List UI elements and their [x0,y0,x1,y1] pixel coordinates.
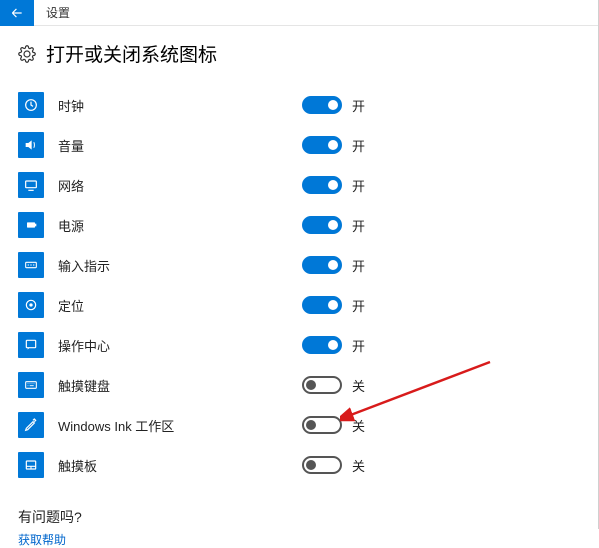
setting-label: 音量 [58,136,84,155]
clock-icon [18,92,44,118]
toggle-switch[interactable] [302,336,342,354]
setting-label: Windows Ink 工作区 [58,416,174,435]
toggle-wrap: 关 [302,456,365,475]
back-button[interactable] [0,0,34,26]
power-icon [18,212,44,238]
toggle-state-label: 开 [352,216,365,235]
footer: 有问题吗? 获取帮助 [18,507,581,548]
toggle-switch[interactable] [302,96,342,114]
input-icon [18,252,44,278]
setting-row: 音量 开 [18,125,581,165]
setting-row: 定位 开 [18,285,581,325]
setting-label: 时钟 [58,96,84,115]
toggle-state-label: 开 [352,96,365,115]
toggle-state-label: 开 [352,136,365,155]
toggle-switch[interactable] [302,256,342,274]
setting-row: 触摸板 关 [18,445,581,485]
toggle-wrap: 开 [302,96,365,115]
toggle-wrap: 开 [302,296,365,315]
touchpad-icon [18,452,44,478]
get-help-link[interactable]: 获取帮助 [18,531,581,548]
setting-label: 网络 [58,176,84,195]
toggle-wrap: 开 [302,216,365,235]
toggle-switch[interactable] [302,136,342,154]
back-arrow-icon [10,6,24,20]
toggle-state-label: 开 [352,336,365,355]
setting-label: 触摸键盘 [58,376,110,395]
toggle-state-label: 关 [352,376,365,395]
toggle-switch[interactable] [302,176,342,194]
page-title: 打开或关闭系统图标 [46,40,217,67]
action-center-icon [18,332,44,358]
toggle-wrap: 关 [302,376,365,395]
setting-label: 输入指示 [58,256,110,275]
setting-row: 网络 开 [18,165,581,205]
toggle-state-label: 开 [352,256,365,275]
ink-icon [18,412,44,438]
setting-label: 触摸板 [58,456,97,475]
toggle-wrap: 关 [302,416,365,435]
help-question: 有问题吗? [18,507,581,527]
setting-label: 操作中心 [58,336,110,355]
toggle-switch[interactable] [302,296,342,314]
setting-label: 定位 [58,296,84,315]
setting-row: Windows Ink 工作区 关 [18,405,581,445]
toggle-wrap: 开 [302,256,365,275]
touch-keyboard-icon [18,372,44,398]
toggle-switch[interactable] [302,216,342,234]
network-icon [18,172,44,198]
toggle-switch[interactable] [302,456,342,474]
toggle-wrap: 开 [302,336,365,355]
setting-row: 操作中心 开 [18,325,581,365]
window-title: 设置 [34,4,70,21]
toggle-state-label: 开 [352,176,365,195]
system-icons-list: 时钟开音量开网络开电源开输入指示开定位开操作中心开触摸键盘关Windows In… [18,85,581,485]
setting-row: 时钟 开 [18,85,581,125]
setting-row: 输入指示 开 [18,245,581,285]
toggle-wrap: 开 [302,176,365,195]
toggle-switch[interactable] [302,416,342,434]
toggle-wrap: 开 [302,136,365,155]
setting-row: 触摸键盘 关 [18,365,581,405]
setting-label: 电源 [58,216,84,235]
location-icon [18,292,44,318]
setting-row: 电源 开 [18,205,581,245]
volume-icon [18,132,44,158]
toggle-state-label: 关 [352,416,365,435]
titlebar: 设置 [0,0,599,26]
toggle-state-label: 开 [352,296,365,315]
gear-icon [18,45,36,63]
page-header: 打开或关闭系统图标 [18,40,581,67]
toggle-state-label: 关 [352,456,365,475]
toggle-switch[interactable] [302,376,342,394]
